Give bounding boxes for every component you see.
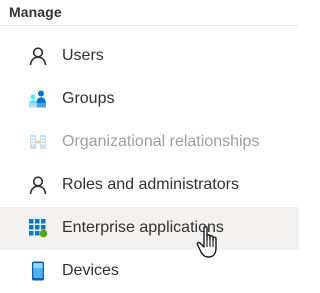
menu-item-users[interactable]: Users: [0, 35, 299, 78]
menu-item-label: Enterprise applications: [62, 219, 224, 236]
section-title: Manage: [9, 4, 62, 20]
menu-item-label: Users: [62, 47, 104, 64]
manage-section-header: Manage: [0, 0, 299, 26]
menu-item-groups[interactable]: Groups: [0, 78, 299, 121]
org-relationships-icon: [28, 132, 48, 152]
menu-item-label: Organizational relationships: [62, 133, 260, 150]
menu-item-label: Roles and administrators: [62, 176, 239, 193]
menu-item-devices[interactable]: Devices: [0, 250, 299, 293]
menu-item-label: Groups: [62, 90, 115, 107]
device-icon: [28, 261, 48, 281]
menu-item-roles-and-administrators[interactable]: Roles and administrators: [0, 164, 299, 207]
user-icon: [28, 175, 48, 195]
menu-item-enterprise-applications[interactable]: Enterprise applications: [0, 207, 299, 250]
user-icon: [28, 46, 48, 66]
menu-item-organizational-relationships[interactable]: Organizational relationships: [0, 121, 299, 164]
groups-icon: [28, 89, 48, 109]
menu-item-label: Devices: [62, 262, 119, 279]
enterprise-apps-icon: [28, 218, 48, 238]
